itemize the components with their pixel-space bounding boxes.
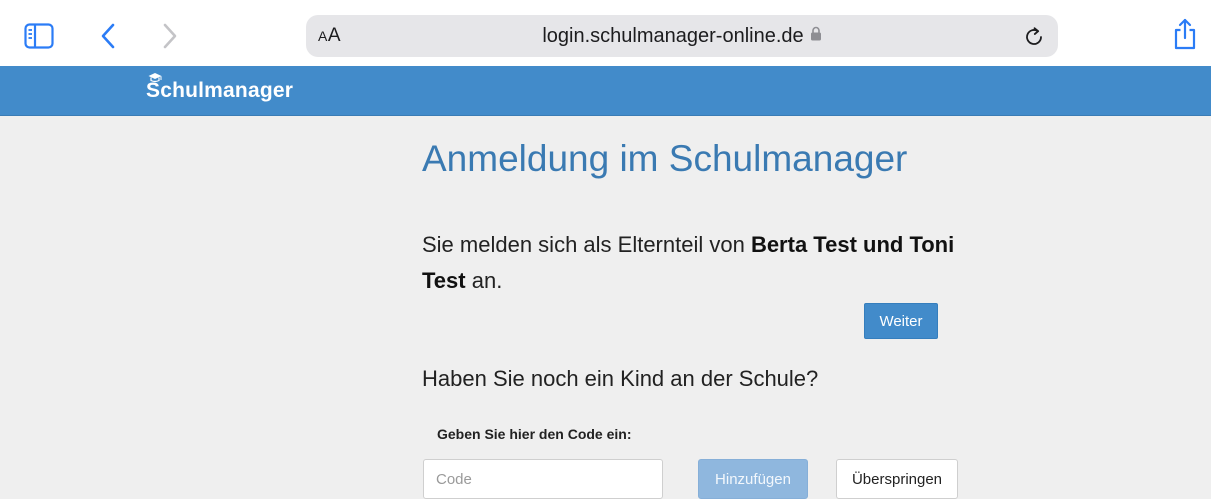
chevron-right-icon[interactable] (158, 22, 180, 50)
url-text: login.schulmanager-online.de (542, 25, 804, 47)
browser-toolbar: AA login.schulmanager-online.de (0, 0, 1211, 66)
another-child-question: Haben Sie noch ein Kind an der Schule? (422, 366, 819, 391)
continue-button[interactable]: Weiter (864, 303, 938, 339)
reload-icon[interactable] (1022, 24, 1046, 48)
brand-logo[interactable]: Schulmanager (146, 66, 293, 115)
lock-icon (810, 14, 822, 56)
graduation-cap-icon (148, 71, 162, 89)
address-bar[interactable]: AA login.schulmanager-online.de (306, 15, 1058, 57)
sidebar-icon[interactable] (24, 23, 54, 49)
add-button[interactable]: Hinzufügen (698, 459, 808, 499)
info-suffix: an. (465, 268, 503, 293)
info-prefix: Sie melden sich als Elternteil von (422, 232, 751, 257)
app-header: Schulmanager (0, 66, 1211, 116)
share-icon[interactable] (1172, 18, 1198, 50)
page-title: Anmeldung im Schulmanager (422, 138, 908, 179)
code-input[interactable] (423, 459, 663, 499)
chevron-left-icon[interactable] (98, 22, 120, 50)
skip-button[interactable]: Überspringen (836, 459, 958, 499)
code-label: Geben Sie hier den Code ein: (437, 426, 632, 442)
login-info-text: Sie melden sich als Elternteil von Berta… (422, 227, 982, 299)
